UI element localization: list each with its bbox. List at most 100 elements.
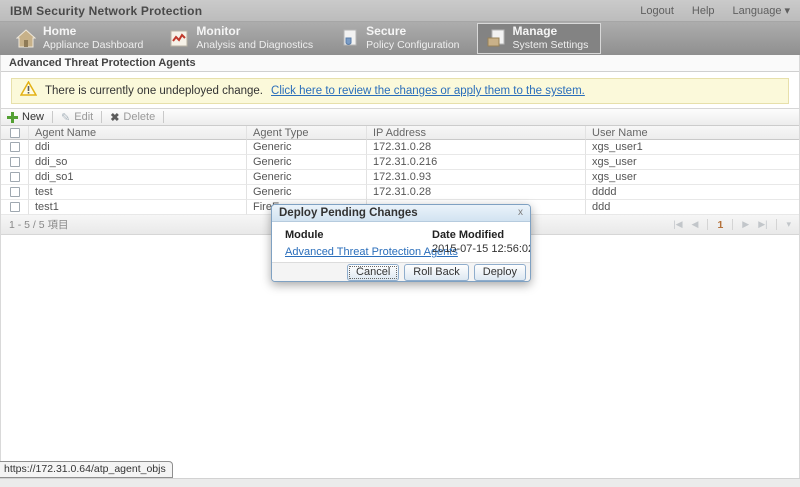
pagination-summary: 1 - 5 / 5 項目	[9, 217, 69, 232]
table-row[interactable]: ddi_so Generic 172.31.0.216 xgs_user	[1, 155, 799, 170]
chevron-down-icon: ▾	[784, 5, 790, 17]
cell-ip-address: 172.31.0.93	[367, 170, 586, 185]
tab-secure-label: Secure	[366, 24, 459, 39]
toolbar-divider	[101, 111, 102, 123]
language-label: Language	[733, 5, 782, 17]
new-button[interactable]: New	[7, 111, 44, 123]
row-checkbox[interactable]	[10, 172, 20, 182]
table-row[interactable]: ddi_so1 Generic 172.31.0.93 xgs_user	[1, 170, 799, 185]
pagination-divider	[732, 219, 733, 230]
language-menu[interactable]: Language▾	[733, 4, 790, 17]
new-button-label: New	[22, 111, 44, 123]
row-checkbox-cell	[1, 170, 29, 185]
row-checkbox-cell	[1, 155, 29, 170]
pagination-divider	[707, 219, 708, 230]
last-page-icon[interactable]: ▶|	[758, 219, 767, 230]
cancel-button[interactable]: Cancel	[347, 264, 399, 281]
edit-button-label: Edit	[74, 111, 93, 123]
home-icon	[16, 29, 36, 48]
help-link[interactable]: Help	[692, 5, 715, 17]
cell-agent-type: Generic	[247, 140, 367, 155]
x-icon: ✖	[110, 111, 119, 124]
tab-secure[interactable]: Secure Policy Configuration	[330, 23, 472, 54]
page-size-menu-icon[interactable]: ▾	[786, 219, 791, 230]
cell-agent-name: ddi_so	[29, 155, 247, 170]
deploy-button[interactable]: Deploy	[474, 264, 526, 281]
section-header: Advanced Threat Protection Agents	[1, 55, 799, 72]
tab-manage[interactable]: Manage System Settings	[477, 23, 602, 54]
row-checkbox[interactable]	[10, 187, 20, 197]
dialog-title: Deploy Pending Changes	[279, 207, 418, 219]
previous-page-icon[interactable]: ◀	[692, 219, 699, 230]
cell-agent-type: Generic	[247, 155, 367, 170]
app-title: IBM Security Network Protection	[10, 4, 202, 18]
status-url-tooltip: https://172.31.0.64/atp_agent_objs	[0, 461, 173, 478]
pagination-divider	[776, 219, 777, 230]
toolbar-divider	[163, 111, 164, 123]
cell-ip-address: 172.31.0.216	[367, 155, 586, 170]
cell-agent-name: test1	[29, 200, 247, 215]
cell-ip-address: 172.31.0.28	[367, 140, 586, 155]
tab-manage-sublabel: System Settings	[513, 39, 589, 52]
content-area: Advanced Threat Protection Agents There …	[0, 55, 800, 478]
monitor-icon	[169, 29, 189, 48]
cell-user-name: xgs_user	[586, 170, 799, 185]
roll-back-button[interactable]: Roll Back	[404, 264, 468, 281]
row-checkbox-cell	[1, 200, 29, 215]
agents-toolbar: New ✎ Edit ✖ Delete	[1, 108, 799, 126]
dialog-body: Module Advanced Threat Protection Agents…	[272, 222, 530, 262]
cell-agent-name: test	[29, 185, 247, 200]
select-all-checkbox[interactable]	[10, 128, 20, 138]
cell-agent-type: Generic	[247, 170, 367, 185]
row-checkbox-cell	[1, 185, 29, 200]
dialog-titlebar[interactable]: Deploy Pending Changes x	[272, 205, 530, 222]
plus-icon	[7, 112, 18, 123]
cell-user-name: xgs_user	[586, 155, 799, 170]
delete-button[interactable]: ✖ Delete	[110, 111, 155, 124]
tab-secure-sublabel: Policy Configuration	[366, 39, 459, 52]
close-icon[interactable]: x	[518, 208, 523, 218]
dialog-footer: Cancel Roll Back Deploy	[272, 262, 530, 282]
secure-icon	[339, 29, 359, 48]
table-row[interactable]: ddi Generic 172.31.0.28 xgs_user1	[1, 140, 799, 155]
next-page-icon[interactable]: ▶	[742, 219, 749, 230]
column-header-ip-address[interactable]: IP Address	[367, 126, 586, 140]
main-nav: Home Appliance Dashboard Monitor Analysi…	[0, 22, 800, 55]
pagination-controls: |◀ ◀ 1 ▶ ▶| ▾	[673, 219, 791, 231]
undeployed-changes-warning: There is currently one undeployed change…	[11, 78, 789, 104]
column-header-agent-name[interactable]: Agent Name	[29, 126, 247, 140]
column-header-agent-type[interactable]: Agent Type	[247, 126, 367, 140]
cell-agent-name: ddi_so1	[29, 170, 247, 185]
deploy-pending-changes-dialog: Deploy Pending Changes x Module Advanced…	[271, 204, 531, 282]
cell-user-name: xgs_user1	[586, 140, 799, 155]
tab-monitor[interactable]: Monitor Analysis and Diagnostics	[160, 23, 326, 54]
delete-button-label: Delete	[123, 111, 155, 123]
tab-monitor-label: Monitor	[196, 24, 313, 39]
row-checkbox[interactable]	[10, 142, 20, 152]
cell-agent-type: Generic	[247, 185, 367, 200]
tab-home[interactable]: Home Appliance Dashboard	[7, 23, 156, 54]
edit-button[interactable]: ✎ Edit	[61, 111, 93, 124]
logout-link[interactable]: Logout	[640, 5, 674, 17]
tab-monitor-sublabel: Analysis and Diagnostics	[196, 39, 313, 52]
date-modified-value: 2015-07-15 12:56:02	[432, 242, 531, 256]
row-checkbox[interactable]	[10, 202, 20, 212]
table-row[interactable]: test Generic 172.31.0.28 dddd	[1, 185, 799, 200]
first-page-icon[interactable]: |◀	[673, 219, 682, 230]
table-header-row: Agent Name Agent Type IP Address User Na…	[1, 126, 799, 140]
tab-manage-label: Manage	[513, 24, 589, 39]
column-header-user-name[interactable]: User Name	[586, 126, 799, 140]
review-changes-link[interactable]: Click here to review the changes or appl…	[271, 85, 585, 97]
row-checkbox[interactable]	[10, 157, 20, 167]
horizontal-scrollbar[interactable]	[0, 478, 800, 487]
warning-icon	[20, 81, 37, 101]
cell-user-name: dddd	[586, 185, 799, 200]
current-page[interactable]: 1	[717, 219, 723, 231]
cell-agent-name: ddi	[29, 140, 247, 155]
tab-home-label: Home	[43, 24, 143, 39]
titlebar-links: Logout Help Language▾	[640, 4, 790, 17]
manage-icon	[486, 29, 506, 48]
date-modified-column-header: Date Modified	[432, 228, 531, 242]
agents-table: Agent Name Agent Type IP Address User Na…	[1, 126, 799, 215]
warning-text: There is currently one undeployed change…	[45, 85, 263, 97]
